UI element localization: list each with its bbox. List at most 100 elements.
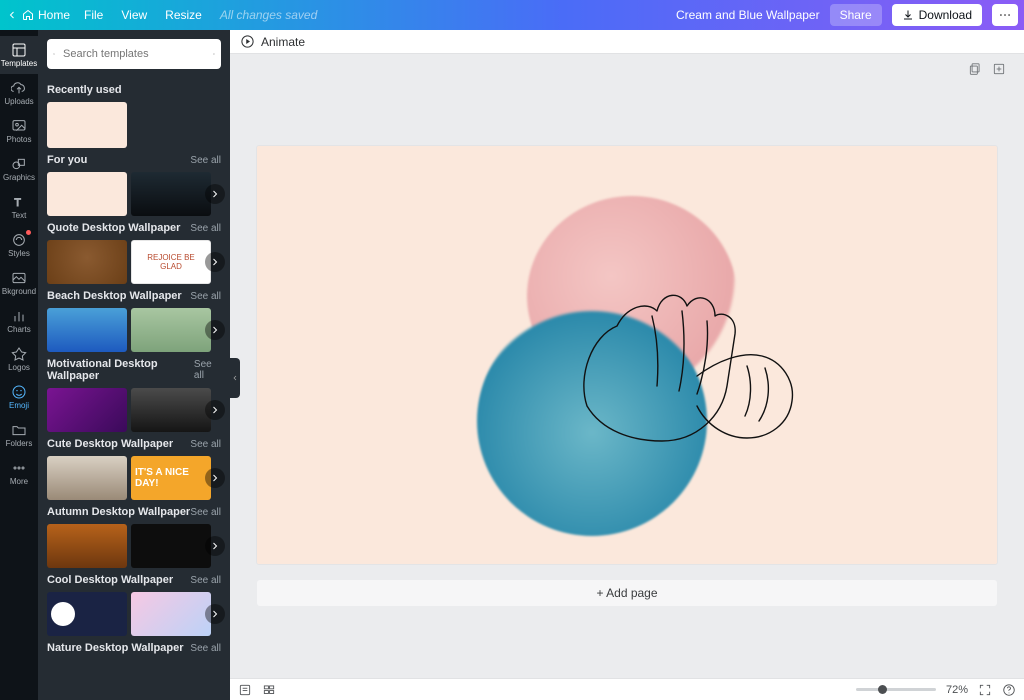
chevron-right-icon (209, 404, 221, 416)
rail-more[interactable]: More (0, 454, 38, 492)
logos-icon (11, 346, 27, 362)
add-page-button[interactable]: + Add page (257, 574, 997, 612)
see-all-foryou[interactable]: See all (190, 155, 221, 166)
design-canvas[interactable] (257, 146, 997, 564)
animate-icon (240, 34, 255, 49)
section-motiv-title: Motivational Desktop Wallpaper (47, 358, 194, 382)
more-button[interactable] (992, 4, 1018, 26)
top-menu-bar: Home File View Resize All changes saved … (0, 0, 1024, 30)
new-badge-icon (26, 230, 31, 235)
template-thumb[interactable]: REJOICE BE GLAD (131, 240, 211, 284)
rail-bkground[interactable]: Bkground (0, 264, 38, 302)
see-all-beach[interactable]: See all (190, 291, 221, 302)
download-button[interactable]: Download (892, 4, 982, 26)
add-page-icon[interactable] (992, 62, 1006, 76)
section-quote-title: Quote Desktop Wallpaper (47, 222, 180, 234)
template-thumb[interactable] (131, 592, 211, 636)
home-label: Home (38, 8, 70, 22)
menu-resize[interactable]: Resize (165, 8, 202, 22)
scroll-right-button[interactable] (205, 536, 225, 556)
folders-icon (11, 422, 27, 438)
zoom-slider[interactable] (856, 688, 936, 691)
template-thumb[interactable] (47, 388, 127, 432)
see-all-quote[interactable]: See all (190, 223, 221, 234)
styles-icon (11, 232, 27, 248)
see-all-nature[interactable]: See all (190, 643, 221, 654)
see-all-cool[interactable]: See all (190, 575, 221, 586)
template-thumb[interactable] (131, 172, 211, 216)
duplicate-page-icon[interactable] (968, 62, 982, 76)
chevron-right-icon (209, 324, 221, 336)
search-templates[interactable] (47, 39, 221, 69)
scroll-right-button[interactable] (205, 400, 225, 420)
scroll-right-button[interactable] (205, 320, 225, 340)
editor-area: Animate + Add (230, 30, 1024, 700)
zoom-value[interactable]: 72% (946, 684, 968, 696)
chevron-right-icon (209, 608, 221, 620)
graphics-icon (11, 156, 27, 172)
grid-view-icon[interactable] (262, 683, 276, 697)
template-thumb[interactable] (47, 308, 127, 352)
menu-view[interactable]: View (121, 8, 147, 22)
rail-graphics[interactable]: Graphics (0, 150, 38, 188)
see-all-autumn[interactable]: See all (190, 507, 221, 518)
template-thumb[interactable] (47, 456, 127, 500)
chevron-right-icon (209, 256, 221, 268)
template-thumb[interactable] (131, 388, 211, 432)
text-icon: T (11, 194, 27, 210)
template-thumb[interactable] (47, 524, 127, 568)
scroll-right-button[interactable] (205, 468, 225, 488)
status-bar: 72% (230, 678, 1024, 700)
rail-emoji[interactable]: Emoji (0, 378, 38, 416)
rail-folders[interactable]: Folders (0, 416, 38, 454)
template-thumb[interactable] (47, 592, 127, 636)
rail-logos[interactable]: Logos (0, 340, 38, 378)
template-thumb[interactable] (131, 308, 211, 352)
home-button[interactable]: Home (6, 8, 70, 22)
line-art-hands[interactable] (547, 256, 807, 466)
menu-file[interactable]: File (84, 8, 103, 22)
scroll-right-button[interactable] (205, 604, 225, 624)
more-icon (11, 460, 27, 476)
notes-icon[interactable] (238, 683, 252, 697)
chevron-right-icon (209, 540, 221, 552)
help-icon[interactable] (1002, 683, 1016, 697)
templates-icon (11, 42, 27, 58)
save-status: All changes saved (220, 8, 317, 22)
fullscreen-icon[interactable] (978, 683, 992, 697)
template-thumb[interactable] (47, 240, 127, 284)
download-icon (902, 9, 914, 21)
rail-photos[interactable]: Photos (0, 112, 38, 150)
tool-rail: Templates Uploads Photos Graphics T Text… (0, 30, 38, 700)
template-thumb[interactable] (47, 172, 127, 216)
share-button[interactable]: Share (830, 4, 882, 26)
rail-charts[interactable]: Charts (0, 302, 38, 340)
see-all-motiv[interactable]: See all (194, 359, 221, 381)
section-foryou-title: For you (47, 154, 87, 166)
svg-text:T: T (14, 197, 21, 209)
section-cool-title: Cool Desktop Wallpaper (47, 574, 173, 586)
chevron-right-icon (209, 188, 221, 200)
animate-button[interactable]: Animate (261, 35, 305, 49)
document-title[interactable]: Cream and Blue Wallpaper (676, 8, 820, 22)
section-recent-title: Recently used (47, 84, 221, 96)
rail-styles[interactable]: Styles (0, 226, 38, 264)
background-icon (11, 270, 27, 286)
rail-text[interactable]: T Text (0, 188, 38, 226)
section-nature-title: Nature Desktop Wallpaper (47, 642, 184, 654)
chevron-left-icon (6, 9, 18, 21)
template-thumb[interactable] (131, 524, 211, 568)
scroll-right-button[interactable] (205, 252, 225, 272)
photos-icon (11, 118, 27, 134)
rail-templates[interactable]: Templates (0, 36, 38, 74)
search-input[interactable] (61, 47, 207, 61)
scroll-right-button[interactable] (205, 184, 225, 204)
uploads-icon (11, 80, 27, 96)
template-thumb[interactable]: IT'S A NICE DAY! (131, 456, 211, 500)
rail-uploads[interactable]: Uploads (0, 74, 38, 112)
filter-icon[interactable] (213, 47, 215, 61)
chevron-right-icon (209, 472, 221, 484)
see-all-cute[interactable]: See all (190, 439, 221, 450)
template-thumb[interactable] (47, 102, 127, 148)
templates-panel: Recently used For you See all Quote Deskt… (38, 30, 230, 700)
